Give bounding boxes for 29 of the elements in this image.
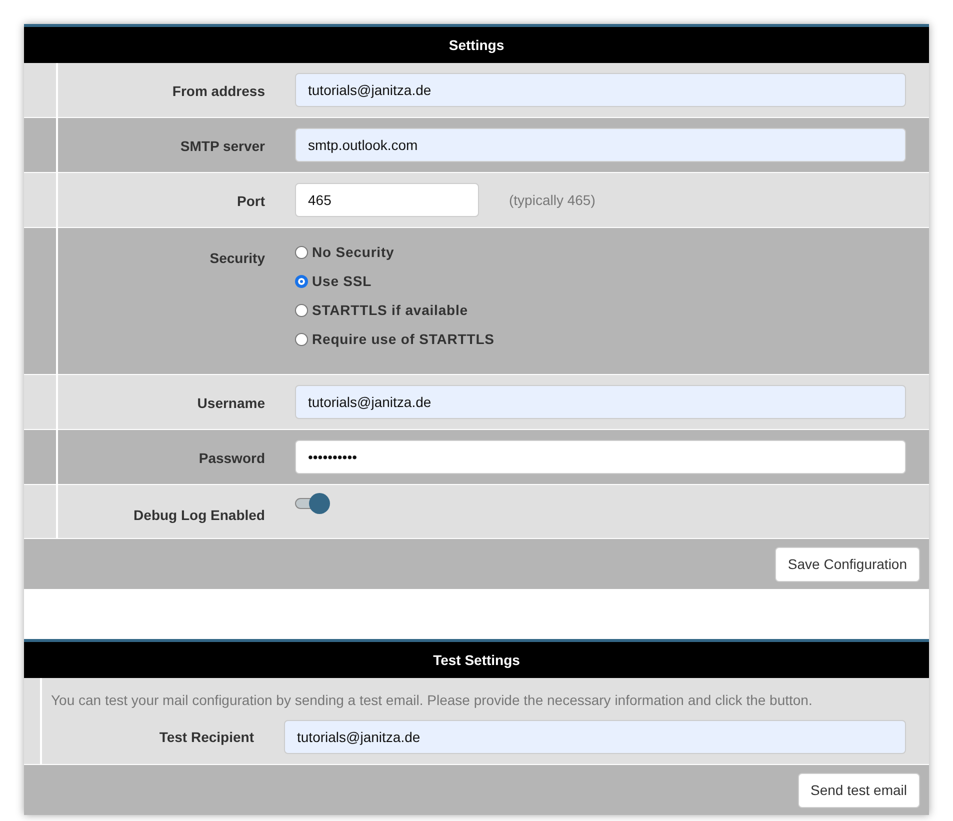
radio-button[interactable] bbox=[295, 275, 308, 288]
toggle-switch[interactable] bbox=[295, 493, 331, 515]
field-label: Password bbox=[198, 449, 265, 468]
radio-label: Require use of STARTTLS bbox=[312, 330, 494, 349]
input-field[interactable]: tutorials@janitza.de bbox=[284, 720, 906, 754]
field-label: Debug Log Enabled bbox=[132, 506, 265, 525]
description-text: You can test your mail configuration by sending a test email. Please provide the necessary information and click the button. bbox=[51, 691, 814, 710]
radio-button[interactable] bbox=[295, 246, 308, 259]
field-label: Port bbox=[236, 192, 265, 211]
hint-text: (typically 465) bbox=[509, 191, 596, 210]
save-button[interactable]: Save Configuration bbox=[774, 546, 920, 582]
radio-label: STARTTLS if available bbox=[312, 301, 468, 320]
section-title: Test Settings bbox=[24, 639, 929, 678]
field-label: Test Recipient bbox=[158, 728, 254, 747]
input-field[interactable]: 465 bbox=[295, 183, 479, 217]
input-field[interactable]: tutorials@janitza.de bbox=[295, 73, 906, 107]
field-label: From address bbox=[171, 82, 265, 101]
input-field[interactable]: •••••••••• bbox=[295, 440, 906, 474]
send-button[interactable]: Send test email bbox=[798, 772, 920, 808]
field-label: Username bbox=[196, 394, 265, 413]
section-title: Settings bbox=[24, 24, 929, 63]
field-label: SMTP server bbox=[179, 137, 265, 156]
radio-button[interactable] bbox=[295, 333, 308, 346]
field-label: Security bbox=[208, 249, 265, 268]
radio-button[interactable] bbox=[295, 304, 308, 317]
radio-label: Use SSL bbox=[312, 272, 372, 291]
input-field[interactable]: tutorials@janitza.de bbox=[295, 385, 906, 419]
input-field[interactable]: smtp.outlook.com bbox=[295, 128, 906, 162]
radio-label: No Security bbox=[312, 243, 394, 262]
